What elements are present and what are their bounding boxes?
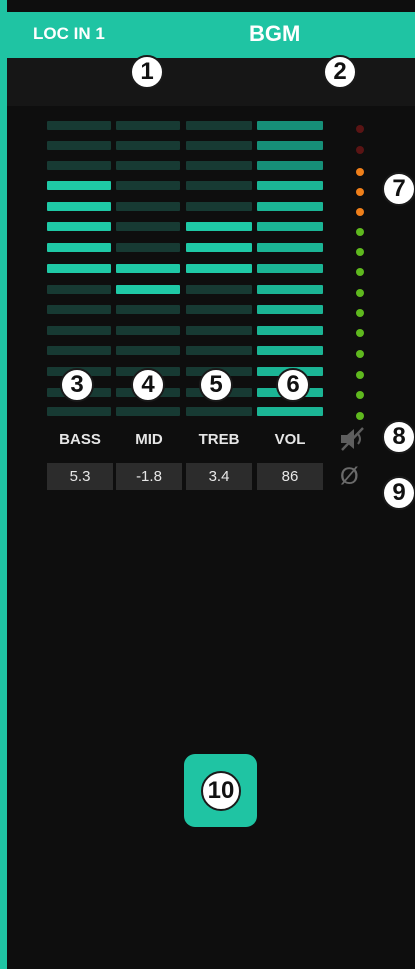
vol-label: VOL	[274, 431, 306, 448]
level-meter-led	[356, 289, 364, 297]
fader-segment	[47, 264, 111, 273]
fader-segment	[186, 161, 252, 170]
fader-segment	[257, 407, 323, 416]
fader-segment	[186, 181, 252, 190]
vol-value[interactable]: 86	[257, 463, 323, 490]
fader-segment	[47, 326, 111, 335]
fader-segment	[116, 346, 180, 355]
fader-segment	[47, 407, 111, 416]
fader-segment	[116, 407, 180, 416]
channel-assignment-label[interactable]: BGM	[249, 21, 300, 47]
fader-segment	[47, 161, 111, 170]
fader-segment	[116, 285, 180, 294]
callout-badge-2: 2	[323, 55, 357, 89]
fader-segment	[257, 222, 323, 231]
fader-segment	[257, 181, 323, 190]
callout-badge-6: 6	[276, 368, 310, 402]
fader-segment	[47, 346, 111, 355]
fader-segment	[257, 161, 323, 170]
fader-segment	[186, 121, 252, 130]
treb-label: TREB	[198, 431, 240, 448]
fader-segment	[47, 243, 111, 252]
fader-segment	[116, 202, 180, 211]
fader-segment	[257, 264, 323, 273]
fader-segment	[47, 141, 111, 150]
mid-label: MID	[135, 431, 163, 448]
level-meter-led	[356, 228, 364, 236]
fader-segment	[186, 326, 252, 335]
bass-value[interactable]: 5.3	[47, 463, 113, 490]
fader-segment	[116, 141, 180, 150]
channel-name-label[interactable]: LOC IN 1	[33, 24, 105, 44]
fader-segment	[257, 305, 323, 314]
fader-segment	[116, 161, 180, 170]
level-meter-led	[356, 208, 364, 216]
level-meter-led	[356, 125, 364, 133]
fader-segment	[257, 326, 323, 335]
fader-segment	[116, 264, 180, 273]
callout-badge-5: 5	[199, 368, 233, 402]
callout-badge-7: 7	[382, 172, 415, 206]
fader-segment	[47, 305, 111, 314]
fader-segment	[116, 243, 180, 252]
fader-segment	[116, 305, 180, 314]
callout-badge-4: 4	[131, 368, 165, 402]
level-meter-led	[356, 168, 364, 176]
fader-segment	[47, 121, 111, 130]
channel-select-button[interactable]: 10	[184, 754, 257, 827]
callout-badge-3: 3	[60, 368, 94, 402]
fader-segment	[47, 202, 111, 211]
bass-label: BASS	[59, 431, 101, 448]
fader-segment	[47, 285, 111, 294]
callout-badge-9: 9	[382, 476, 415, 510]
fader-segment	[116, 181, 180, 190]
fader-segment	[186, 264, 252, 273]
fader-segment	[186, 346, 252, 355]
mid-value[interactable]: -1.8	[116, 463, 182, 490]
level-meter-led	[356, 248, 364, 256]
fader-segment	[257, 243, 323, 252]
fader-segment	[186, 202, 252, 211]
level-meter-led	[356, 146, 364, 154]
level-meter-led	[356, 268, 364, 276]
level-meter-led	[356, 188, 364, 196]
fader-segment	[186, 243, 252, 252]
level-meter-led	[356, 329, 364, 337]
fader-segment	[257, 285, 323, 294]
fader-segment	[116, 222, 180, 231]
channel-strip-panel: LOC IN 1 BGM 1 2 3 4 5 6 7 8 9 BASS MID …	[0, 0, 415, 969]
level-meter-led	[356, 412, 364, 420]
fader-segment	[186, 407, 252, 416]
fader-segment	[186, 222, 252, 231]
fader-segment	[116, 326, 180, 335]
fader-segment	[186, 141, 252, 150]
fader-segment	[257, 346, 323, 355]
speaker-muted-icon[interactable]	[337, 424, 367, 454]
level-meter-led	[356, 371, 364, 379]
fader-segment	[257, 121, 323, 130]
phase-invert-icon[interactable]: Ø	[340, 463, 359, 491]
fader-segment	[116, 121, 180, 130]
level-meter-led	[356, 350, 364, 358]
fader-segment	[257, 202, 323, 211]
callout-badge-10: 10	[201, 771, 241, 811]
fader-segment	[47, 181, 111, 190]
channel-header[interactable]: LOC IN 1 BGM	[7, 12, 415, 58]
callout-badge-8: 8	[382, 420, 415, 454]
level-meter-led	[356, 309, 364, 317]
fader-segment	[186, 305, 252, 314]
callout-badge-1: 1	[130, 55, 164, 89]
fader-segment	[47, 222, 111, 231]
fader-segment	[186, 285, 252, 294]
fader-segment	[257, 141, 323, 150]
level-meter-led	[356, 391, 364, 399]
treb-value[interactable]: 3.4	[186, 463, 252, 490]
